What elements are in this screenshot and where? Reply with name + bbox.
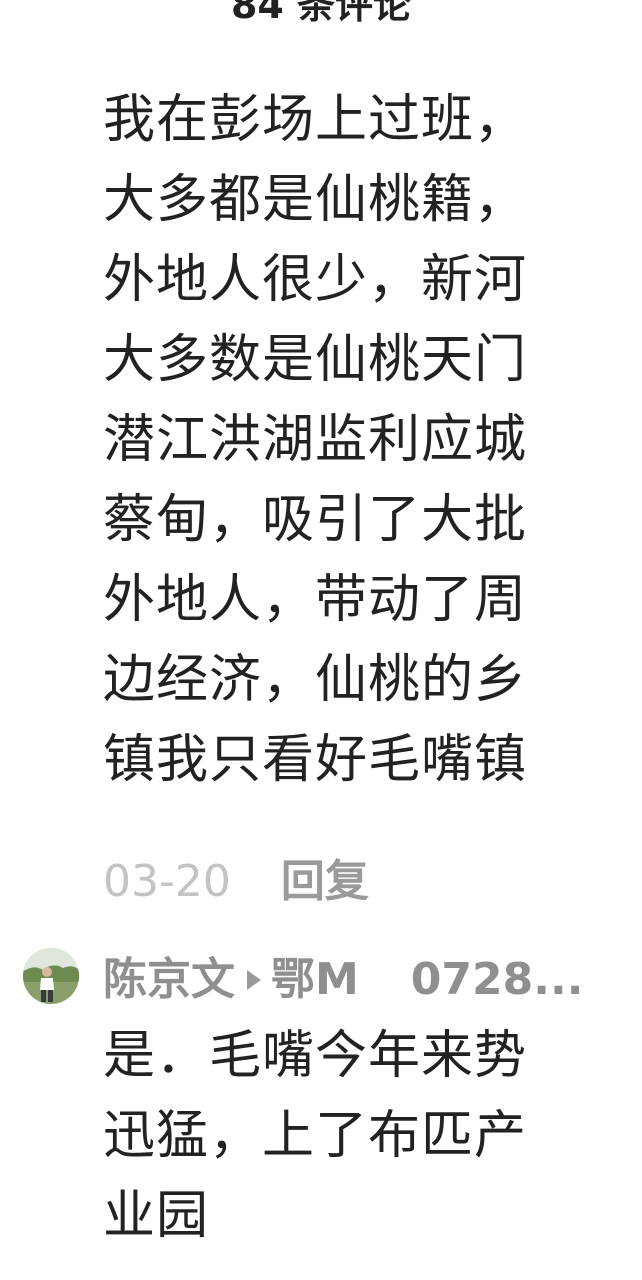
comment-line: 迅猛，上了布匹产 xyxy=(103,1106,528,1166)
comment-line: 外地人很少，新河 xyxy=(103,250,528,310)
comment-line: 潜江洪湖监利应城 xyxy=(103,410,528,470)
reply-target-extra: 0728... xyxy=(410,954,584,1005)
comment-line: 蔡甸，吸引了大批 xyxy=(103,490,528,550)
comment-line: 业园 xyxy=(103,1186,210,1246)
reply-target-name[interactable]: 鄂M xyxy=(271,948,359,1012)
author-name[interactable]: 陈京文 xyxy=(103,948,235,1012)
comment-meta: 03-20 回复 xyxy=(103,852,369,912)
comment-line: 大多数是仙桃天门 xyxy=(103,330,528,390)
comment-line: 镇我只看好毛嘴镇 xyxy=(103,730,528,790)
comment-text: 是．毛嘴今年来势 迅猛，上了布匹产 业园 xyxy=(103,1016,623,1256)
comment-line: 边经济，仙桃的乡 xyxy=(103,650,528,710)
comment-line: 外地人，带动了周 xyxy=(103,570,528,630)
reply-arrow-icon xyxy=(247,970,261,990)
avatar[interactable] xyxy=(23,948,79,1004)
comment-text: 我在彭场上过班， 大多都是仙桃籍， 外地人很少，新河 大多数是仙桃天门 潜江洪湖… xyxy=(103,80,623,800)
reply-author-row: 陈京文 鄂M 0728... xyxy=(103,948,633,1012)
comment-line: 我在彭场上过班， xyxy=(103,90,528,150)
comment-line: 大多都是仙桃籍， xyxy=(103,170,528,230)
comment-date: 03-20 xyxy=(103,856,231,907)
comment-count-title: 84 条评论 xyxy=(230,0,412,27)
comment-line: 是．毛嘴今年来势 xyxy=(103,1026,528,1086)
comment-page: 84 条评论 我在彭场上过班， 大多都是仙桃籍， 外地人很少，新河 大多数是仙桃… xyxy=(0,0,642,1280)
avatar-image xyxy=(23,948,79,1004)
reply-button[interactable]: 回复 xyxy=(281,852,369,912)
